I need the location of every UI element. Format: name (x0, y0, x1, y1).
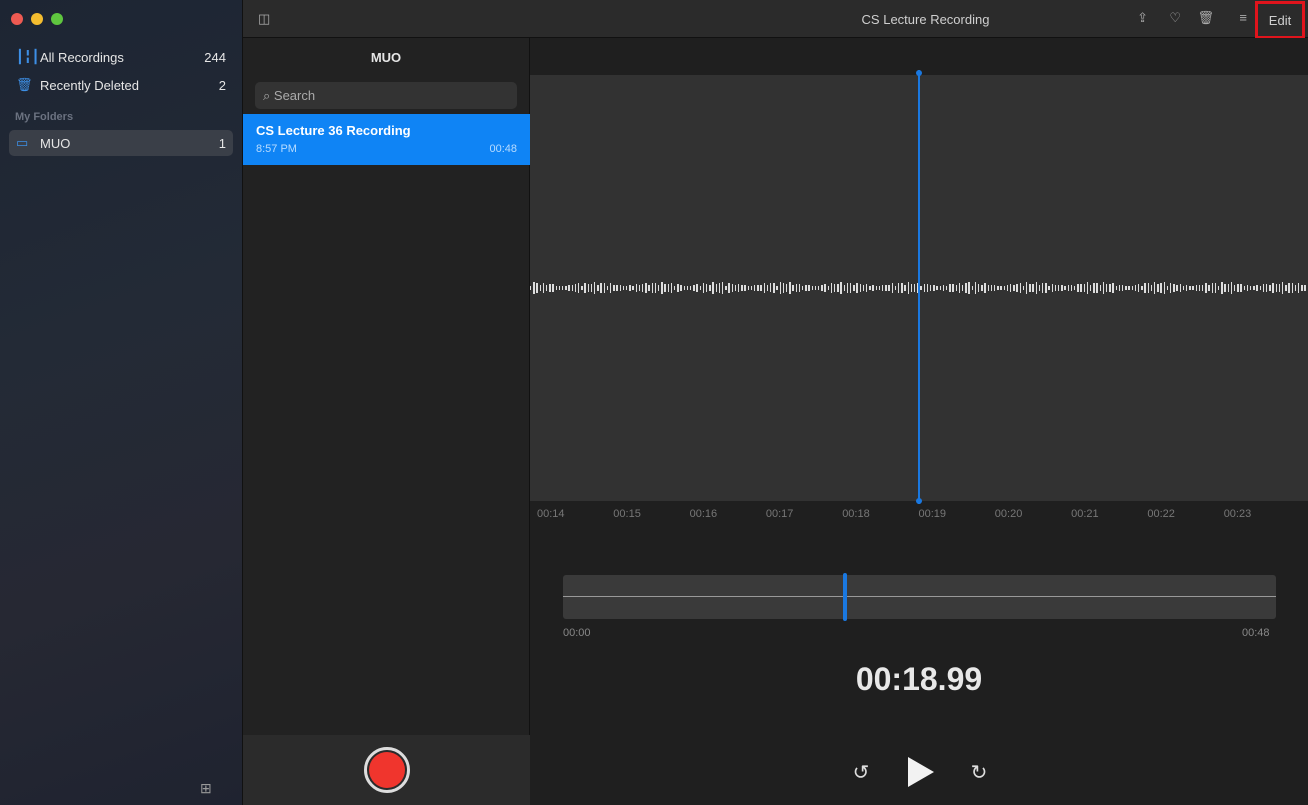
edit-button[interactable]: Edit (1255, 1, 1305, 39)
time-tick: 00:18 (842, 508, 870, 520)
play-icon (908, 757, 934, 787)
time-tick: 00:15 (613, 508, 641, 520)
recording-title: CS Lecture 36 Recording (256, 123, 411, 138)
trash-icon[interactable]: 🗑 (1197, 10, 1214, 26)
sidebar-item-recently-deleted[interactable]: 🗑 Recently Deleted 2 (9, 72, 233, 98)
window-controls (11, 13, 63, 25)
share-icon[interactable]: ⇪ (1137, 10, 1148, 26)
time-tick: 00:19 (918, 508, 947, 520)
playhead[interactable] (916, 70, 922, 504)
time-tick: 00:16 (689, 508, 718, 520)
sidebar-item-all-recordings[interactable]: ┃╏┃ All Recordings 244 (9, 44, 233, 70)
time-ruler: 00:14 00:15 00:16 00:17 00:18 00:19 00:20 00:21… (530, 508, 1308, 526)
time-tick: 00:22 (1147, 508, 1175, 520)
time-tick: 00:14 (537, 508, 565, 520)
trash-icon: 🗑 (16, 77, 33, 92)
skip-forward-15-icon[interactable]: ↻ (966, 754, 992, 790)
label: MUO (40, 135, 71, 151)
search-input[interactable]: ⌕ Search (255, 82, 517, 109)
recordings-list: MUO ⌕ Search CS Lecture 36 Recording 8:5… (243, 38, 530, 805)
recording-time: 8:57 PM (256, 143, 297, 155)
skip-back-15-icon[interactable]: ↺ (848, 754, 874, 790)
list-item[interactable]: CS Lecture 36 Recording 8:57 PM 00:48 (243, 114, 530, 165)
current-time: 00:18.99 (855, 661, 983, 697)
sidebar-item-muo[interactable]: ▭ MUO 1 (9, 130, 233, 156)
time-tick: 00:21 (1071, 508, 1099, 520)
count: 1 (218, 135, 226, 151)
search-placeholder: Search (273, 88, 316, 103)
search-icon: ⌕ (263, 88, 271, 103)
time-tick: 00:20 (994, 508, 1023, 520)
titlebar: ◫ CS Lecture Recording ⇪ ♡ 🗑 ≡ Edit (243, 0, 1308, 39)
section-header: My Folders (15, 111, 74, 123)
folder-icon: ▭ (16, 135, 29, 150)
window-title: CS Lecture Recording (861, 12, 990, 27)
label: All Recordings (40, 49, 124, 65)
time-tick: 00:17 (765, 508, 794, 520)
scrubber-handle[interactable] (843, 573, 848, 621)
settings-sliders-icon[interactable]: ≡ (1239, 10, 1247, 25)
label: Recently Deleted (40, 77, 139, 93)
start-time: 00:00 (563, 627, 591, 639)
play-button[interactable] (906, 754, 936, 790)
count: 2 (218, 77, 226, 93)
time-tick: 00:23 (1223, 508, 1252, 520)
waveform-icon: ┃╏┃ (16, 49, 40, 64)
heart-icon[interactable]: ♡ (1169, 10, 1181, 26)
new-folder-icon[interactable]: ⊞ (200, 780, 212, 797)
sidebar: ┃╏┃ All Recordings 244 🗑 Recently Delete… (0, 0, 243, 805)
record-bar (243, 735, 530, 805)
player: 00:14 00:15 00:16 00:17 00:18 00:19 00:20 00:21… (530, 38, 1308, 805)
folder-title: MUO (370, 50, 402, 65)
record-button[interactable] (363, 747, 410, 793)
close-button[interactable] (11, 13, 23, 25)
count: 244 (204, 49, 226, 65)
recording-duration: 00:48 (489, 143, 517, 155)
overview-scrubber[interactable] (563, 573, 1276, 621)
minimize-button[interactable] (31, 13, 43, 25)
zoom-button[interactable] (51, 13, 63, 25)
end-time: 00:48 (1242, 627, 1270, 639)
